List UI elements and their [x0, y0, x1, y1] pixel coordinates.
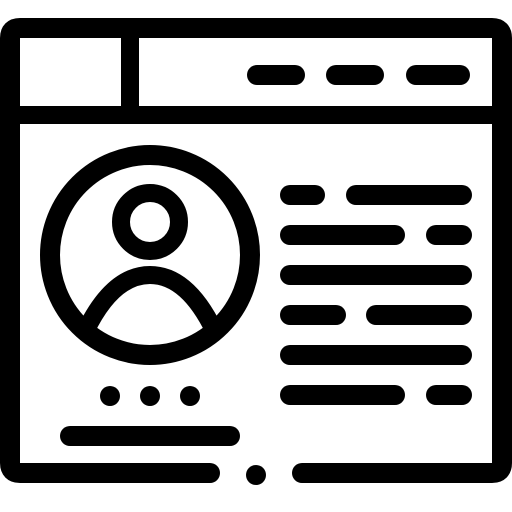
avatar-pagination-dots [100, 386, 200, 406]
pagination-dot-3 [180, 386, 200, 406]
avatar-head [112, 184, 188, 260]
pagination-dot-1 [100, 386, 120, 406]
pagination-dot-2 [140, 386, 160, 406]
profile-page-illustration [0, 0, 512, 512]
user-avatar-icon [40, 145, 260, 365]
avatar-shoulders [77, 266, 223, 339]
bottom-center-dot [246, 465, 266, 485]
profile-text-lines [280, 185, 472, 405]
profile-page-icon [0, 18, 512, 485]
